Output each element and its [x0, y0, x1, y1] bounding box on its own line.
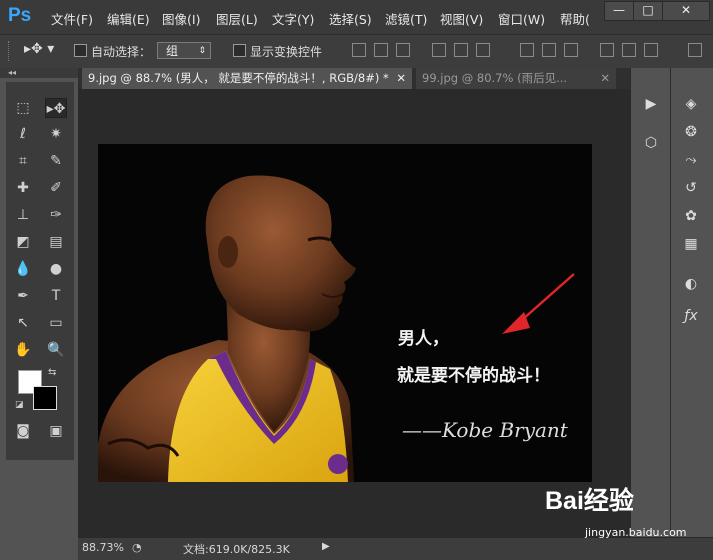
- background-color-swatch[interactable]: [33, 386, 57, 410]
- tab-99-jpg[interactable]: 99.jpg @ 80.7% (雨后见... ✕: [416, 68, 616, 89]
- close-tab-icon[interactable]: ✕: [396, 68, 406, 89]
- adjustments-panel-icon[interactable]: ◐: [680, 274, 702, 294]
- play-action-icon[interactable]: ▶: [640, 94, 662, 114]
- distribute-left-icon[interactable]: [600, 43, 614, 57]
- close-tab-icon[interactable]: ✕: [600, 68, 610, 89]
- menu-window[interactable]: 窗口(W): [498, 9, 545, 28]
- menu-image[interactable]: 图像(I): [162, 9, 200, 28]
- menu-bar: Ps 文件(F) 编辑(E) 图像(I) 图层(L) 文字(Y) 选择(S) 滤…: [0, 0, 713, 34]
- swap-colors-icon[interactable]: ⇆: [48, 367, 56, 378]
- default-colors-icon[interactable]: ◪: [15, 400, 24, 410]
- path-selection-tool-icon[interactable]: ↖: [12, 313, 34, 333]
- baidu-watermark-url: jingyan.baidu.com: [585, 526, 687, 539]
- eyedropper-tool-icon[interactable]: ✎: [45, 151, 67, 171]
- blur-tool-icon[interactable]: 💧: [12, 259, 34, 279]
- align-horizontal-center-icon[interactable]: [454, 43, 468, 57]
- document-size-info: 文档:619.0K/825.3K: [183, 543, 290, 556]
- align-vertical-center-icon[interactable]: [374, 43, 388, 57]
- fx-panel-icon[interactable]: ƒx: [680, 306, 702, 326]
- type-tool-icon[interactable]: T: [45, 286, 67, 306]
- menu-view[interactable]: 视图(V): [440, 9, 483, 28]
- collapse-toolbar-icon[interactable]: ◂◂: [8, 68, 16, 77]
- quote-signature: ——Kobe Bryant: [402, 418, 568, 442]
- paths-panel-icon[interactable]: ⤳: [680, 150, 702, 170]
- align-top-icon[interactable]: [352, 43, 366, 57]
- channels-panel-icon[interactable]: ❂: [680, 122, 702, 142]
- menu-help[interactable]: 帮助(: [560, 9, 590, 28]
- gradient-tool-icon[interactable]: ▤: [45, 232, 67, 252]
- shape-tool-icon[interactable]: ▭: [45, 313, 67, 333]
- quick-mask-icon[interactable]: ◙: [12, 421, 34, 441]
- dropdown-arrows-icon: ⇕: [198, 46, 206, 56]
- auto-select-dropdown[interactable]: 组 ⇕: [157, 42, 211, 59]
- auto-align-layers-icon[interactable]: [688, 43, 702, 57]
- zoom-level[interactable]: 88.73%: [82, 541, 124, 554]
- auto-select-checkbox[interactable]: [74, 44, 87, 57]
- zoom-tool-icon[interactable]: 🔍: [45, 340, 67, 360]
- history-panel-icon[interactable]: ↺: [680, 178, 702, 198]
- move-tool-icon[interactable]: ▸✥: [45, 98, 67, 118]
- screen-mode-icon[interactable]: ▣: [45, 421, 67, 441]
- minimize-button[interactable]: —: [604, 1, 634, 21]
- menu-layer[interactable]: 图层(L): [216, 9, 258, 28]
- distribute-bottom-icon[interactable]: [564, 43, 578, 57]
- photoshop-logo: Ps: [8, 5, 32, 26]
- align-right-icon[interactable]: [476, 43, 490, 57]
- tab-label: 99.jpg @ 80.7% (雨后见...: [422, 71, 568, 85]
- magic-wand-tool-icon[interactable]: ✷: [45, 124, 67, 144]
- show-transform-checkbox[interactable]: [233, 44, 246, 57]
- menu-filter[interactable]: 滤镜(T): [385, 9, 427, 28]
- layers-panel-icon[interactable]: ◈: [680, 94, 702, 114]
- distribute-hcenter-icon[interactable]: [622, 43, 636, 57]
- show-transform-label: 显示变换控件: [250, 45, 323, 59]
- move-tool-preset-icon[interactable]: ▸✥ ▾: [24, 41, 54, 57]
- history-brush-tool-icon[interactable]: ✑: [45, 205, 67, 225]
- distribute-center-icon[interactable]: [542, 43, 556, 57]
- distribute-top-icon[interactable]: [520, 43, 534, 57]
- options-bar-grip: [8, 41, 11, 61]
- status-menu-arrow-icon[interactable]: ▶: [322, 541, 330, 552]
- healing-brush-tool-icon[interactable]: ✚: [12, 178, 34, 198]
- 3d-panel-icon[interactable]: ⬡: [640, 133, 662, 153]
- align-bottom-icon[interactable]: [396, 43, 410, 57]
- hand-tool-icon[interactable]: ✋: [12, 340, 34, 360]
- tab-label: 9.jpg @ 88.7% (男人， 就是要不停的战斗！, RGB/8#) *: [88, 71, 389, 85]
- align-left-icon[interactable]: [432, 43, 446, 57]
- menu-select[interactable]: 选择(S): [329, 9, 372, 28]
- styles-panel-icon[interactable]: ▦: [680, 234, 702, 254]
- distribute-right-icon[interactable]: [644, 43, 658, 57]
- baidu-watermark-logo: Bai经验: [545, 487, 634, 515]
- auto-select-value: 组: [166, 44, 179, 58]
- quote-line-1: 男人，: [398, 329, 449, 349]
- tab-9-jpg[interactable]: 9.jpg @ 88.7% (男人， 就是要不停的战斗！, RGB/8#) * …: [82, 68, 412, 89]
- dodge-tool-icon[interactable]: ●: [45, 259, 67, 279]
- swatches-panel-icon[interactable]: ✿: [680, 206, 702, 226]
- brush-tool-icon[interactable]: ✐: [45, 178, 67, 198]
- eraser-tool-icon[interactable]: ◩: [12, 232, 34, 252]
- menu-edit[interactable]: 编辑(E): [107, 9, 150, 28]
- quote-line-2: 就是要不停的战斗！: [397, 366, 550, 386]
- restore-button[interactable]: □: [633, 1, 663, 21]
- menu-file[interactable]: 文件(F): [51, 9, 93, 28]
- crop-tool-icon[interactable]: ⌗: [12, 151, 34, 171]
- marquee-tool-icon[interactable]: ⬚: [12, 98, 34, 118]
- menu-type[interactable]: 文字(Y): [272, 9, 314, 28]
- close-window-button[interactable]: ✕: [662, 1, 710, 21]
- clone-stamp-tool-icon[interactable]: ⊥: [12, 205, 34, 225]
- pen-tool-icon[interactable]: ✒: [12, 286, 34, 306]
- lasso-tool-icon[interactable]: ℓ: [12, 124, 34, 144]
- status-bar: [78, 537, 713, 560]
- auto-select-label: 自动选择：: [91, 45, 152, 59]
- status-info-icon[interactable]: ◔: [132, 541, 142, 554]
